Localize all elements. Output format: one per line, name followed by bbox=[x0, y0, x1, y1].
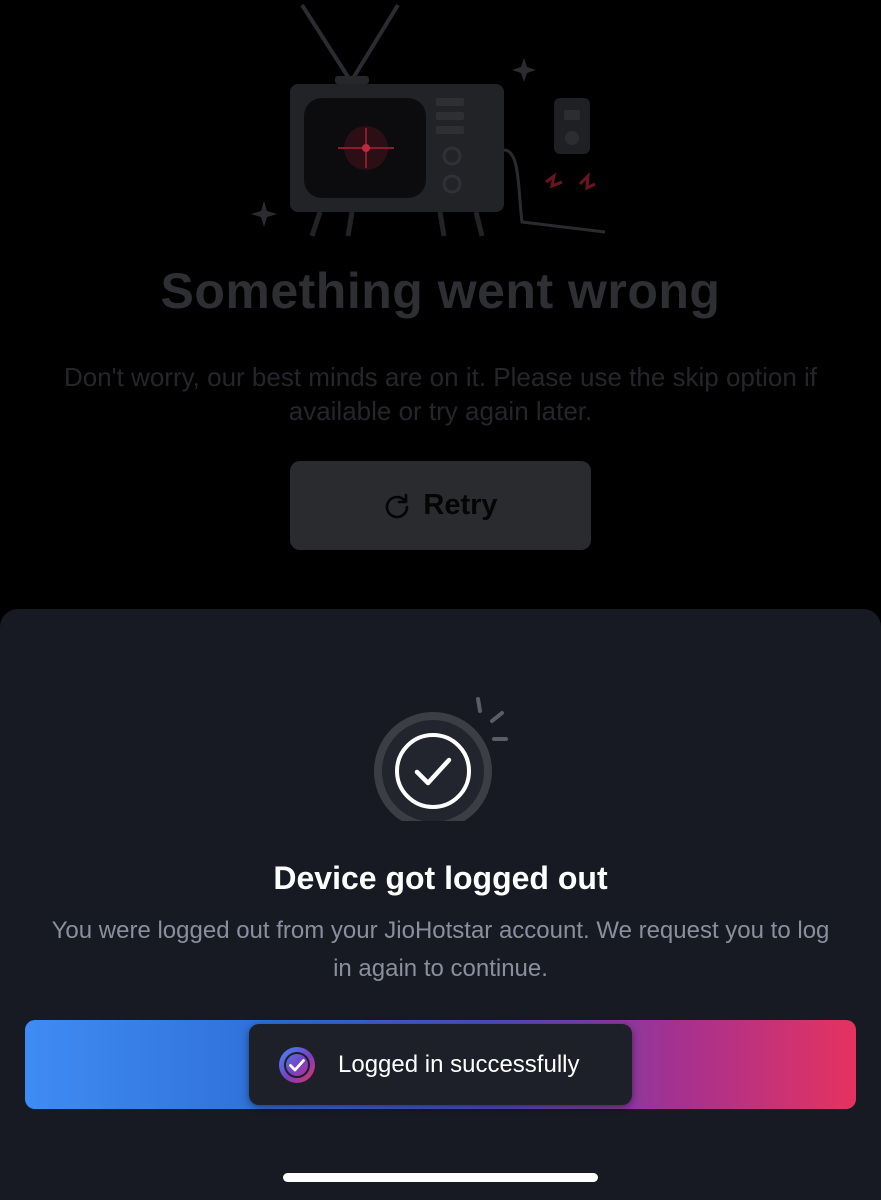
success-toast: Logged in successfully bbox=[249, 1024, 632, 1105]
error-page: Something went wrong Don't worry, our be… bbox=[0, 0, 881, 610]
retry-button[interactable]: Retry bbox=[290, 461, 591, 550]
error-title: Something went wrong bbox=[160, 263, 721, 319]
sheet-title: Device got logged out bbox=[273, 860, 608, 896]
sheet-message: You were logged out from your JioHotstar… bbox=[51, 917, 830, 982]
error-message: Don't worry, our best minds are on it. P… bbox=[63, 362, 818, 426]
toast-label: Logged in successfully bbox=[338, 1050, 580, 1078]
logout-sheet: Device got logged out You were logged ou… bbox=[0, 609, 881, 1200]
broken-tv-icon bbox=[251, 3, 606, 237]
retry-label: Retry bbox=[423, 489, 498, 521]
check-badge-icon bbox=[279, 1046, 315, 1083]
screen: Something went wrong Don't worry, our be… bbox=[0, 0, 881, 1200]
check-circle-icon bbox=[374, 697, 508, 821]
refresh-icon bbox=[386, 493, 409, 518]
home-indicator[interactable] bbox=[283, 1173, 598, 1182]
